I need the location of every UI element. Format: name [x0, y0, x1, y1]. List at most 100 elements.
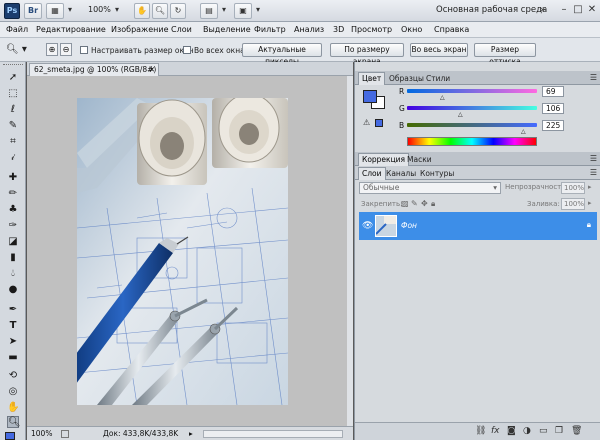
horizontal-scrollbar[interactable]: [203, 430, 343, 438]
arrange-dropdown-icon[interactable]: ▾: [219, 3, 229, 19]
zoom-tool-icon[interactable]: 🔍︎: [152, 3, 168, 19]
layer-name[interactable]: Фон: [401, 221, 417, 230]
3d-orbit-tool-icon[interactable]: ◎: [7, 386, 19, 398]
opacity-field[interactable]: 100%: [561, 182, 585, 194]
delete-layer-icon[interactable]: 🗑︎: [571, 426, 582, 436]
menu-file[interactable]: Файл: [6, 25, 28, 34]
channel-g-thumb-icon[interactable]: △: [458, 111, 463, 118]
menu-help[interactable]: Справка: [434, 25, 469, 34]
path-select-tool-icon[interactable]: ➤: [7, 336, 19, 348]
menu-3d[interactable]: 3D: [333, 25, 344, 34]
tab-styles[interactable]: Стили: [422, 72, 454, 85]
move-tool-icon[interactable]: ➚: [7, 72, 19, 84]
menu-select[interactable]: Выделение: [203, 25, 251, 34]
new-group-icon[interactable]: ▭: [539, 426, 548, 436]
channel-b-thumb-icon[interactable]: △: [521, 128, 526, 135]
dodge-tool-icon[interactable]: ●: [7, 284, 19, 296]
eraser-tool-icon[interactable]: ◪: [7, 236, 19, 248]
menu-window[interactable]: Окно: [401, 25, 422, 34]
channel-r-slider[interactable]: [407, 89, 537, 93]
menu-layers[interactable]: Слои: [171, 25, 192, 34]
workspace-switcher[interactable]: Основная рабочая среда: [436, 5, 547, 15]
hand-tool-icon[interactable]: ✋: [134, 3, 150, 19]
fill-dropdown-icon[interactable]: ▸: [588, 199, 592, 207]
channel-b-value[interactable]: 225: [542, 120, 564, 131]
color-spectrum-bar[interactable]: [407, 137, 537, 146]
type-tool-icon[interactable]: T: [7, 320, 19, 332]
menu-analysis[interactable]: Анализ: [294, 25, 324, 34]
brush-tool-icon[interactable]: ✏: [7, 188, 19, 200]
fill-screen-button[interactable]: Во весь экран: [410, 43, 468, 57]
foreground-color-swatch[interactable]: [5, 432, 15, 440]
lock-position-icon[interactable]: ✥: [421, 199, 428, 208]
menu-view[interactable]: Просмотр: [351, 25, 392, 34]
layer-row[interactable]: 👁︎ Фон 🔒︎: [359, 212, 597, 240]
visibility-eye-icon[interactable]: 👁︎: [362, 221, 373, 231]
arrange-documents-icon[interactable]: ▤: [200, 3, 218, 19]
lock-transparency-icon[interactable]: ▨: [401, 199, 409, 208]
adjustment-layer-icon[interactable]: ◑: [523, 426, 531, 436]
tab-masks[interactable]: Маски: [403, 153, 436, 166]
panel-menu-icon[interactable]: ☰: [590, 154, 597, 163]
blur-tool-icon[interactable]: 💧︎: [7, 268, 19, 280]
3d-rotate-tool-icon[interactable]: ⟲: [7, 370, 19, 382]
status-menu-icon[interactable]: [61, 430, 69, 438]
channel-r-thumb-icon[interactable]: △: [440, 94, 445, 101]
fit-screen-button[interactable]: По размеру экрана: [330, 43, 404, 66]
zoom-level[interactable]: 100%: [88, 5, 111, 14]
fill-field[interactable]: 100%: [561, 198, 585, 210]
menu-edit[interactable]: Редактирование: [36, 25, 106, 34]
tab-paths[interactable]: Контуры: [416, 167, 458, 180]
quick-select-tool-icon[interactable]: ✎: [7, 120, 19, 132]
lock-pixels-icon[interactable]: ✎: [411, 199, 418, 208]
websafe-color-chip[interactable]: [375, 119, 383, 127]
zoom-out-icon[interactable]: ⊖: [60, 43, 72, 56]
menu-image[interactable]: Изображение: [111, 25, 169, 34]
menu-filter[interactable]: Фильтр: [254, 25, 286, 34]
workspace-expand-icon[interactable]: »: [540, 5, 546, 15]
eyedropper-tool-icon[interactable]: 𝒾: [7, 152, 19, 164]
channel-g-value[interactable]: 106: [542, 103, 564, 114]
tool-preset-icon[interactable]: 🔍︎ ▾: [6, 43, 34, 57]
gradient-tool-icon[interactable]: ▮: [7, 252, 19, 264]
clone-stamp-tool-icon[interactable]: ♣: [7, 204, 19, 216]
opacity-dropdown-icon[interactable]: ▸: [588, 183, 592, 191]
channel-b-slider[interactable]: [407, 123, 537, 127]
tab-channels[interactable]: Каналы: [382, 167, 420, 180]
vertical-scrollbar[interactable]: [347, 76, 353, 426]
panel-menu-icon[interactable]: ☰: [590, 168, 597, 177]
add-mask-icon[interactable]: ◙: [507, 426, 516, 436]
lasso-tool-icon[interactable]: ℓ: [7, 104, 19, 116]
link-layers-icon[interactable]: ⛓: [475, 426, 486, 436]
new-layer-icon[interactable]: ❐: [555, 426, 563, 436]
pen-tool-icon[interactable]: ✒: [7, 304, 19, 316]
tab-color[interactable]: Цвет: [358, 72, 386, 85]
history-brush-tool-icon[interactable]: ✑: [7, 220, 19, 232]
panel-menu-icon[interactable]: ☰: [590, 73, 597, 82]
close-button[interactable]: ✕: [584, 2, 600, 18]
status-zoom[interactable]: 100%: [31, 429, 52, 438]
channel-r-value[interactable]: 69: [542, 86, 564, 97]
zoom-dropdown-icon[interactable]: ▾: [112, 3, 122, 19]
view-extras-button[interactable]: ▦: [46, 3, 64, 19]
rotate-view-icon[interactable]: ↻: [170, 3, 186, 19]
close-tab-icon[interactable]: ✕: [149, 64, 155, 76]
marquee-tool-icon[interactable]: ⬚: [7, 88, 19, 100]
screen-mode-dropdown-icon[interactable]: ▾: [253, 3, 263, 19]
print-size-button[interactable]: Размер оттиска: [474, 43, 536, 66]
document-image[interactable]: [77, 98, 288, 405]
actual-pixels-button[interactable]: Актуальные пикселы: [242, 43, 322, 66]
gamut-warning-icon[interactable]: ⚠: [363, 118, 370, 127]
resize-windows-checkbox[interactable]: [80, 46, 88, 54]
bridge-button[interactable]: Br: [24, 3, 42, 19]
screen-mode-icon[interactable]: ▣: [234, 3, 252, 19]
tab-adjustments[interactable]: Коррекция: [358, 153, 410, 166]
view-extras-dropdown-icon[interactable]: ▾: [65, 3, 75, 19]
lock-all-icon[interactable]: 🔒︎: [431, 199, 435, 209]
blend-mode-select[interactable]: Обычные ▾: [359, 182, 501, 194]
hand-tool-icon[interactable]: ✋: [7, 402, 19, 414]
zoom-tool-icon[interactable]: 🔍︎: [7, 416, 21, 428]
channel-g-slider[interactable]: [407, 106, 537, 110]
all-windows-checkbox[interactable]: [183, 46, 191, 54]
tools-grip[interactable]: [3, 64, 23, 67]
